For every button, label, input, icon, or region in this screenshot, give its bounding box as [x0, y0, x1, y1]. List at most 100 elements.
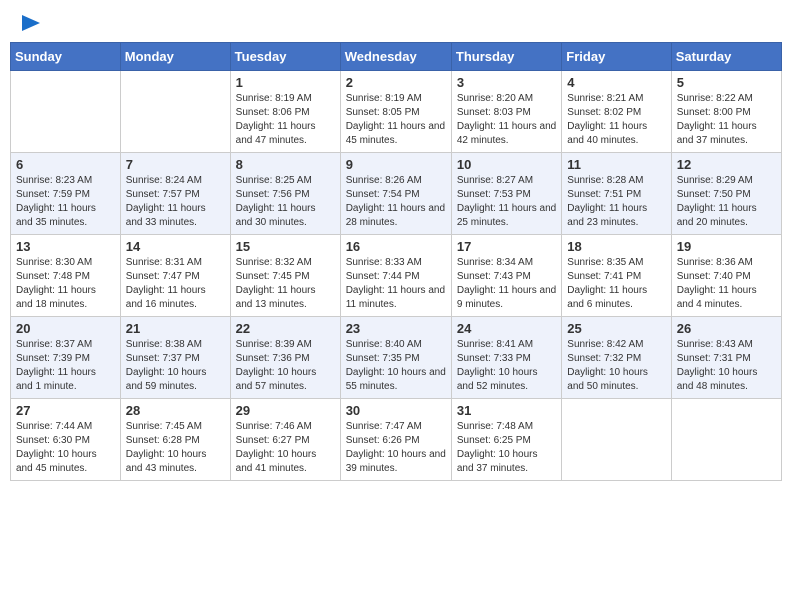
day-info: Sunrise: 8:21 AM Sunset: 8:02 PM Dayligh… [567, 92, 665, 148]
calendar-cell [11, 71, 121, 153]
weekday-header-wednesday: Wednesday [340, 43, 451, 71]
day-number: 3 [457, 75, 556, 90]
calendar-cell: 27 Sunrise: 7:44 AM Sunset: 6:30 PM Dayli… [11, 399, 121, 481]
calendar-cell: 8Sunrise: 8:25 AM Sunset: 7:56 PM Daylig… [230, 153, 340, 235]
calendar-cell: 19 Sunrise: 8:36 AM Sunset: 7:40 PM Dayli… [671, 235, 781, 317]
day-number: 28 [126, 403, 225, 418]
logo-icon [18, 14, 40, 32]
day-info: Sunrise: 8:19 AM Sunset: 8:05 PM Dayligh… [346, 92, 446, 148]
calendar-cell: 14 Sunrise: 8:31 AM Sunset: 7:47 PM Dayli… [120, 235, 230, 317]
day-info: Sunrise: 8:23 AM Sunset: 7:59 PM Dayligh… [16, 174, 115, 230]
day-number: 25 [567, 321, 665, 336]
calendar-cell: 2 Sunrise: 8:19 AM Sunset: 8:05 PM Daylig… [340, 71, 451, 153]
day-number: 23 [346, 321, 446, 336]
header [10, 10, 782, 36]
day-number: 31 [457, 403, 556, 418]
day-number: 15 [236, 239, 335, 254]
day-number: 30 [346, 403, 446, 418]
day-number: 14 [126, 239, 225, 254]
day-info: Sunrise: 8:41 AM Sunset: 7:33 PM Dayligh… [457, 338, 556, 394]
weekday-header-sunday: Sunday [11, 43, 121, 71]
weekday-header-saturday: Saturday [671, 43, 781, 71]
day-number: 21 [126, 321, 225, 336]
day-info: Sunrise: 8:38 AM Sunset: 7:37 PM Dayligh… [126, 338, 225, 394]
day-info: Sunrise: 8:37 AM Sunset: 7:39 PM Dayligh… [16, 338, 115, 394]
calendar-cell: 26 Sunrise: 8:43 AM Sunset: 7:31 PM Dayli… [671, 317, 781, 399]
weekday-header-monday: Monday [120, 43, 230, 71]
day-number: 13 [16, 239, 115, 254]
day-number: 17 [457, 239, 556, 254]
calendar-cell [120, 71, 230, 153]
calendar-cell: 15 Sunrise: 8:32 AM Sunset: 7:45 PM Dayli… [230, 235, 340, 317]
calendar-cell [671, 399, 781, 481]
day-info: Sunrise: 8:40 AM Sunset: 7:35 PM Dayligh… [346, 338, 446, 394]
calendar-cell: 29Sunrise: 7:46 AM Sunset: 6:27 PM Dayli… [230, 399, 340, 481]
calendar-cell: 18 Sunrise: 8:35 AM Sunset: 7:41 PM Dayli… [562, 235, 671, 317]
day-number: 1 [236, 75, 335, 90]
day-number: 7 [126, 157, 225, 172]
day-info: Sunrise: 8:35 AM Sunset: 7:41 PM Dayligh… [567, 256, 665, 312]
calendar-week-row: 6 Sunrise: 8:23 AM Sunset: 7:59 PM Daylig… [11, 153, 782, 235]
day-number: 10 [457, 157, 556, 172]
weekday-header-friday: Friday [562, 43, 671, 71]
day-number: 5 [677, 75, 776, 90]
calendar-cell: 28Sunrise: 7:45 AM Sunset: 6:28 PM Dayli… [120, 399, 230, 481]
calendar-cell: 5Sunrise: 8:22 AM Sunset: 8:00 PM Daylig… [671, 71, 781, 153]
weekday-header-thursday: Thursday [451, 43, 561, 71]
day-info: Sunrise: 8:33 AM Sunset: 7:44 PM Dayligh… [346, 256, 446, 312]
calendar-cell: 10 Sunrise: 8:27 AM Sunset: 7:53 PM Dayli… [451, 153, 561, 235]
calendar-cell: 7 Sunrise: 8:24 AM Sunset: 7:57 PM Daylig… [120, 153, 230, 235]
day-info: Sunrise: 8:28 AM Sunset: 7:51 PM Dayligh… [567, 174, 665, 230]
day-number: 11 [567, 157, 665, 172]
day-info: Sunrise: 8:39 AM Sunset: 7:36 PM Dayligh… [236, 338, 335, 394]
day-number: 9 [346, 157, 446, 172]
calendar-cell: 9Sunrise: 8:26 AM Sunset: 7:54 PM Daylig… [340, 153, 451, 235]
calendar-cell: 1Sunrise: 8:19 AM Sunset: 8:06 PM Daylig… [230, 71, 340, 153]
day-info: Sunrise: 8:24 AM Sunset: 7:57 PM Dayligh… [126, 174, 225, 230]
day-info: Sunrise: 8:42 AM Sunset: 7:32 PM Dayligh… [567, 338, 665, 394]
calendar-cell: 31 Sunrise: 7:48 AM Sunset: 6:25 PM Dayli… [451, 399, 561, 481]
calendar-cell: 6 Sunrise: 8:23 AM Sunset: 7:59 PM Daylig… [11, 153, 121, 235]
calendar-cell: 23 Sunrise: 8:40 AM Sunset: 7:35 PM Dayli… [340, 317, 451, 399]
calendar-week-row: 13 Sunrise: 8:30 AM Sunset: 7:48 PM Dayli… [11, 235, 782, 317]
calendar-cell: 30 Sunrise: 7:47 AM Sunset: 6:26 PM Dayli… [340, 399, 451, 481]
calendar-cell: 21 Sunrise: 8:38 AM Sunset: 7:37 PM Dayli… [120, 317, 230, 399]
calendar-week-row: 27 Sunrise: 7:44 AM Sunset: 6:30 PM Dayli… [11, 399, 782, 481]
day-number: 26 [677, 321, 776, 336]
day-info: Sunrise: 8:27 AM Sunset: 7:53 PM Dayligh… [457, 174, 556, 230]
day-info: Sunrise: 7:47 AM Sunset: 6:26 PM Dayligh… [346, 420, 446, 476]
calendar-cell: 25 Sunrise: 8:42 AM Sunset: 7:32 PM Dayli… [562, 317, 671, 399]
day-info: Sunrise: 8:30 AM Sunset: 7:48 PM Dayligh… [16, 256, 115, 312]
day-number: 16 [346, 239, 446, 254]
day-number: 19 [677, 239, 776, 254]
day-number: 27 [16, 403, 115, 418]
day-info: Sunrise: 8:32 AM Sunset: 7:45 PM Dayligh… [236, 256, 335, 312]
day-number: 4 [567, 75, 665, 90]
day-number: 6 [16, 157, 115, 172]
logo [18, 14, 40, 32]
day-info: Sunrise: 8:20 AM Sunset: 8:03 PM Dayligh… [457, 92, 556, 148]
day-info: Sunrise: 8:34 AM Sunset: 7:43 PM Dayligh… [457, 256, 556, 312]
calendar-cell: 4 Sunrise: 8:21 AM Sunset: 8:02 PM Daylig… [562, 71, 671, 153]
weekday-header-row: SundayMondayTuesdayWednesdayThursdayFrid… [11, 43, 782, 71]
calendar-cell: 20 Sunrise: 8:37 AM Sunset: 7:39 PM Dayli… [11, 317, 121, 399]
day-number: 20 [16, 321, 115, 336]
day-info: Sunrise: 8:36 AM Sunset: 7:40 PM Dayligh… [677, 256, 776, 312]
day-info: Sunrise: 7:44 AM Sunset: 6:30 PM Dayligh… [16, 420, 115, 476]
calendar-cell: 22 Sunrise: 8:39 AM Sunset: 7:36 PM Dayli… [230, 317, 340, 399]
day-info: Sunrise: 8:43 AM Sunset: 7:31 PM Dayligh… [677, 338, 776, 394]
calendar-cell: 3 Sunrise: 8:20 AM Sunset: 8:03 PM Daylig… [451, 71, 561, 153]
day-number: 2 [346, 75, 446, 90]
calendar-cell: 24Sunrise: 8:41 AM Sunset: 7:33 PM Dayli… [451, 317, 561, 399]
day-info: Sunrise: 7:46 AM Sunset: 6:27 PM Dayligh… [236, 420, 335, 476]
calendar-cell: 16 Sunrise: 8:33 AM Sunset: 7:44 PM Dayli… [340, 235, 451, 317]
day-info: Sunrise: 7:48 AM Sunset: 6:25 PM Dayligh… [457, 420, 556, 476]
calendar-week-row: 20 Sunrise: 8:37 AM Sunset: 7:39 PM Dayli… [11, 317, 782, 399]
weekday-header-tuesday: Tuesday [230, 43, 340, 71]
day-number: 22 [236, 321, 335, 336]
calendar-cell: 17 Sunrise: 8:34 AM Sunset: 7:43 PM Dayli… [451, 235, 561, 317]
day-info: Sunrise: 8:31 AM Sunset: 7:47 PM Dayligh… [126, 256, 225, 312]
calendar-cell: 11 Sunrise: 8:28 AM Sunset: 7:51 PM Dayli… [562, 153, 671, 235]
day-number: 18 [567, 239, 665, 254]
day-info: Sunrise: 8:25 AM Sunset: 7:56 PM Dayligh… [236, 174, 335, 230]
